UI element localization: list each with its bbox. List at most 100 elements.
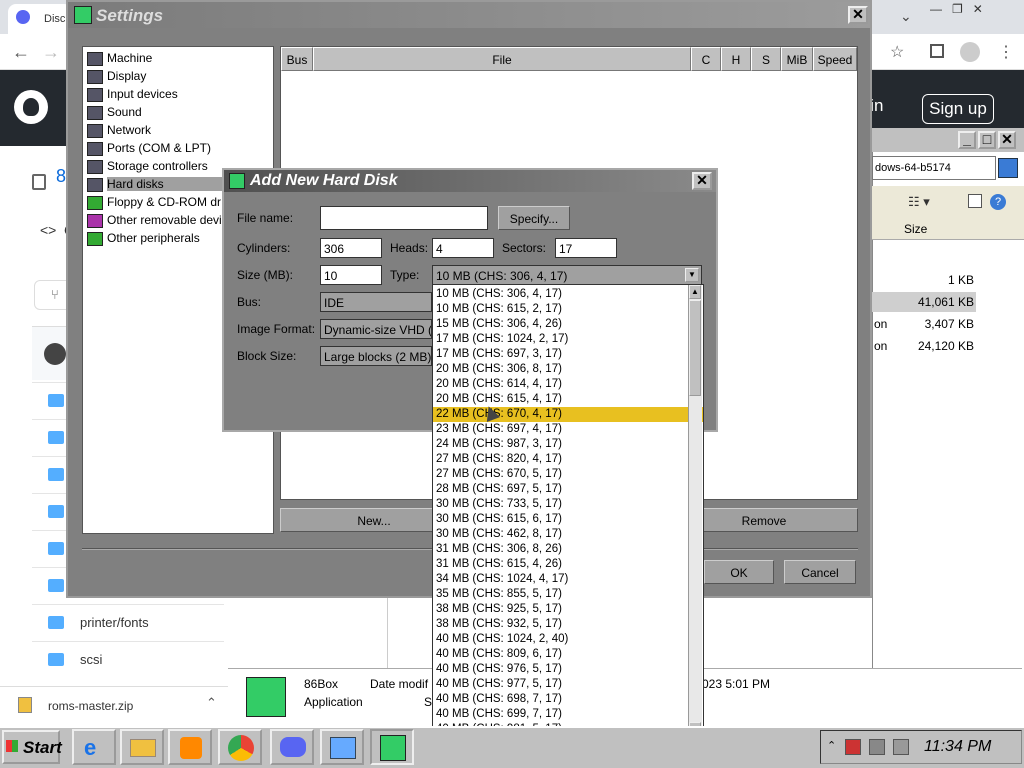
dropdown-option[interactable]: 40 MB (CHS: 977, 5, 17) bbox=[433, 677, 703, 692]
signup-button[interactable]: Sign up bbox=[922, 94, 994, 124]
dropdown-option[interactable]: 22 MB (CHS: 670, 4, 17) bbox=[433, 407, 703, 422]
scroll-up-icon[interactable]: ▲ bbox=[689, 285, 701, 299]
forward-icon[interactable]: → bbox=[42, 42, 60, 63]
tree-item-display[interactable]: Display bbox=[107, 69, 273, 83]
volume-muted-icon[interactable] bbox=[893, 739, 909, 755]
dropdown-option[interactable]: 35 MB (CHS: 855, 5, 17) bbox=[433, 587, 703, 602]
col-s[interactable]: S bbox=[751, 47, 781, 71]
avatar[interactable] bbox=[44, 343, 66, 365]
file-name-input[interactable] bbox=[320, 206, 488, 230]
table-row[interactable]: on 3,407 KB bbox=[872, 316, 1024, 334]
dropdown-option[interactable]: 30 MB (CHS: 462, 8, 17) bbox=[433, 527, 703, 542]
tray-expand-icon[interactable]: ⌃ bbox=[827, 739, 836, 752]
table-row[interactable]: 1 KB bbox=[872, 272, 1024, 290]
dialog-close-button[interactable]: ✕ bbox=[692, 172, 712, 190]
dropdown-option[interactable]: 20 MB (CHS: 614, 4, 17) bbox=[433, 377, 703, 392]
dropdown-option[interactable]: 28 MB (CHS: 697, 5, 17) bbox=[433, 482, 703, 497]
chevron-down-icon[interactable]: ▼ bbox=[685, 268, 699, 282]
dropdown-option[interactable]: 24 MB (CHS: 987, 3, 17) bbox=[433, 437, 703, 452]
col-c[interactable]: C bbox=[691, 47, 721, 71]
chevron-up-icon[interactable]: ⌃ bbox=[206, 695, 217, 711]
sectors-input[interactable]: 17 bbox=[555, 238, 617, 258]
minimize-button[interactable]: _ bbox=[958, 131, 976, 149]
col-h[interactable]: H bbox=[721, 47, 751, 71]
dropdown-option[interactable]: 31 MB (CHS: 306, 8, 26) bbox=[433, 542, 703, 557]
tree-item-network[interactable]: Network bbox=[107, 123, 273, 137]
bus-select[interactable]: IDE bbox=[320, 292, 432, 312]
ok-button[interactable]: OK bbox=[704, 560, 774, 584]
media-taskbar-button[interactable] bbox=[168, 729, 212, 765]
dropdown-option[interactable]: 34 MB (CHS: 1024, 4, 17) bbox=[433, 572, 703, 587]
size-column-header[interactable]: Size bbox=[904, 222, 927, 236]
explorer-taskbar-button[interactable] bbox=[120, 729, 164, 765]
view-options-icon[interactable]: ☷ ▾ bbox=[908, 194, 930, 210]
cylinders-input[interactable]: 306 bbox=[320, 238, 382, 258]
settings-close-button[interactable]: ✕ bbox=[848, 6, 868, 24]
close-button[interactable]: ✕ bbox=[998, 131, 1016, 149]
chrome-taskbar-button[interactable] bbox=[218, 729, 262, 765]
dropdown-option[interactable]: 40 MB (CHS: 699, 7, 17) bbox=[433, 707, 703, 722]
type-dropdown-list[interactable]: 10 MB (CHS: 306, 4, 17) 10 MB (CHS: 615, … bbox=[432, 284, 704, 738]
size-input[interactable]: 10 bbox=[320, 265, 382, 285]
col-bus[interactable]: Bus bbox=[281, 47, 313, 71]
network-status-icon[interactable] bbox=[869, 739, 885, 755]
repo-fragment[interactable]: 8 bbox=[56, 166, 66, 187]
chevron-down-icon[interactable]: ⌄ bbox=[900, 8, 912, 25]
search-icon[interactable] bbox=[998, 158, 1018, 178]
list-item[interactable]: printer/fonts bbox=[32, 604, 224, 641]
tree-item-machine[interactable]: Machine bbox=[107, 51, 273, 65]
security-alert-icon[interactable] bbox=[845, 739, 861, 755]
dropdown-option[interactable]: 10 MB (CHS: 306, 4, 17) bbox=[433, 287, 703, 302]
list-item[interactable]: scsi bbox=[32, 641, 224, 678]
cancel-button[interactable]: Cancel bbox=[784, 560, 856, 584]
network-taskbar-button[interactable] bbox=[320, 729, 364, 765]
dropdown-option[interactable]: 27 MB (CHS: 820, 4, 17) bbox=[433, 452, 703, 467]
sidepanel-icon[interactable] bbox=[930, 44, 944, 58]
dropdown-option[interactable]: 17 MB (CHS: 1024, 2, 17) bbox=[433, 332, 703, 347]
star-icon[interactable]: ☆ bbox=[890, 42, 904, 62]
col-speed[interactable]: Speed bbox=[813, 47, 857, 71]
profile-avatar[interactable] bbox=[960, 42, 980, 62]
specify-button[interactable]: Specify... bbox=[498, 206, 570, 230]
86box-taskbar-button[interactable] bbox=[370, 729, 414, 765]
type-select[interactable]: 10 MB (CHS: 306, 4, 17) ▼ bbox=[432, 265, 702, 285]
col-mib[interactable]: MiB bbox=[781, 47, 813, 71]
menu-dots-icon[interactable]: ⋮ bbox=[998, 42, 1014, 62]
preview-pane-icon[interactable] bbox=[968, 194, 982, 208]
dropdown-option[interactable]: 40 MB (CHS: 976, 5, 17) bbox=[433, 662, 703, 677]
dropdown-option[interactable]: 38 MB (CHS: 932, 5, 17) bbox=[433, 617, 703, 632]
github-logo-icon[interactable] bbox=[14, 90, 48, 124]
download-item[interactable]: roms-master.zip ⌃ bbox=[0, 686, 228, 720]
explorer-address-field[interactable]: dows-64-b5174 bbox=[872, 156, 996, 180]
dropdown-option[interactable]: 40 MB (CHS: 809, 6, 17) bbox=[433, 647, 703, 662]
block-size-select[interactable]: Large blocks (2 MB) bbox=[320, 346, 432, 366]
scrollbar-thumb[interactable] bbox=[689, 300, 701, 396]
browser-window-controls[interactable]: — ❐ ✕ bbox=[930, 2, 1020, 18]
maximize-button[interactable]: □ bbox=[978, 131, 996, 149]
start-button[interactable]: Start bbox=[2, 730, 62, 764]
dropdown-option[interactable]: 30 MB (CHS: 615, 6, 17) bbox=[433, 512, 703, 527]
tree-item-input-devices[interactable]: Input devices bbox=[107, 87, 273, 101]
dropdown-option[interactable]: 20 MB (CHS: 306, 8, 17) bbox=[433, 362, 703, 377]
table-row[interactable]: on 24,120 KB bbox=[872, 338, 1024, 356]
dropdown-option[interactable]: 40 MB (CHS: 1024, 2, 40) bbox=[433, 632, 703, 647]
help-icon[interactable]: ? bbox=[990, 194, 1006, 210]
dropdown-option[interactable]: 10 MB (CHS: 615, 2, 17) bbox=[433, 302, 703, 317]
taskbar-clock[interactable]: 11:34 PM bbox=[924, 738, 991, 756]
dropdown-option[interactable]: 17 MB (CHS: 697, 3, 17) bbox=[433, 347, 703, 362]
col-file[interactable]: File bbox=[313, 47, 691, 71]
back-icon[interactable]: ← bbox=[12, 42, 30, 63]
discord-taskbar-button[interactable] bbox=[270, 729, 314, 765]
dropdown-option[interactable]: 38 MB (CHS: 925, 5, 17) bbox=[433, 602, 703, 617]
image-format-select[interactable]: Dynamic-size VHD (. bbox=[320, 319, 432, 339]
tree-item-sound[interactable]: Sound bbox=[107, 105, 273, 119]
dropdown-option[interactable]: 23 MB (CHS: 697, 4, 17) bbox=[433, 422, 703, 437]
dropdown-option[interactable]: 31 MB (CHS: 615, 4, 26) bbox=[433, 557, 703, 572]
table-row[interactable]: 41,061 KB bbox=[872, 292, 976, 312]
dropdown-option[interactable]: 27 MB (CHS: 670, 5, 17) bbox=[433, 467, 703, 482]
dropdown-option[interactable]: 20 MB (CHS: 615, 4, 17) bbox=[433, 392, 703, 407]
dropdown-option[interactable]: 40 MB (CHS: 698, 7, 17) bbox=[433, 692, 703, 707]
dropdown-option[interactable]: 30 MB (CHS: 733, 5, 17) bbox=[433, 497, 703, 512]
code-tab-icon[interactable]: <> bbox=[40, 222, 56, 238]
heads-input[interactable]: 4 bbox=[432, 238, 494, 258]
